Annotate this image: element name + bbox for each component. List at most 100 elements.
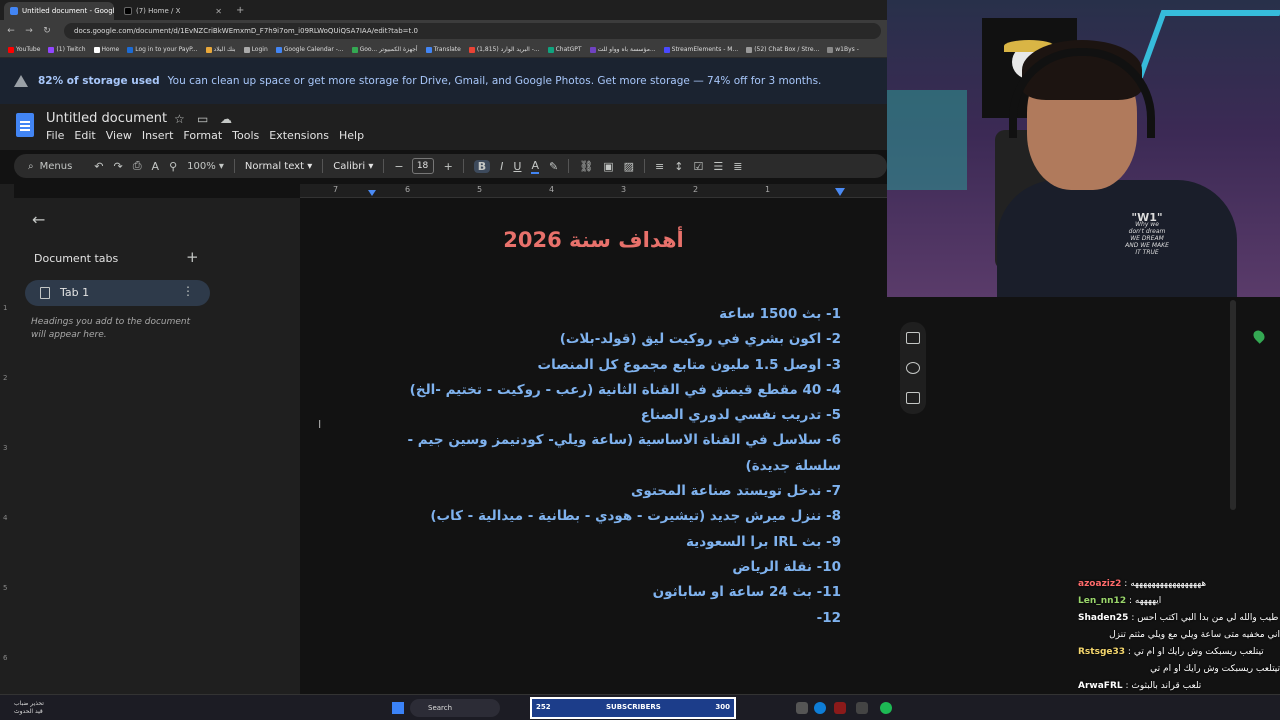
- style-select[interactable]: Normal text ▾: [245, 161, 312, 172]
- document-canvas[interactable]: أهداف سنة 2026 1- بث 1500 ساعة 2- اكون ب…: [300, 198, 887, 694]
- menu-file[interactable]: File: [46, 129, 64, 142]
- menu-tools[interactable]: Tools: [232, 129, 259, 142]
- font-size-input[interactable]: 18: [411, 158, 434, 174]
- bookmark-bank[interactable]: بنك البلاد: [205, 46, 236, 53]
- print-icon[interactable]: ⎙: [133, 159, 142, 173]
- more-options-icon[interactable]: ⋮: [182, 284, 194, 298]
- reload-icon[interactable]: ↻: [40, 26, 54, 36]
- close-outline-icon[interactable]: ←: [32, 210, 45, 229]
- bookmark-twitch[interactable]: (1) Twitch: [48, 46, 86, 53]
- decrease-font-icon[interactable]: −: [394, 160, 403, 173]
- weather-widget[interactable]: تحذير ضباب قيد الحدوث: [14, 700, 44, 716]
- undo-icon[interactable]: ↶: [94, 160, 103, 173]
- menus-search[interactable]: ⌕ Menus: [28, 161, 72, 172]
- list-item[interactable]: 4- 40 مقطع قيمنق في القناة الثانية (رعب …: [391, 378, 841, 403]
- back-icon[interactable]: ←: [4, 26, 18, 36]
- bookmark-paypal[interactable]: Log in to your PayP...: [127, 46, 198, 53]
- align-icon[interactable]: ≡: [655, 160, 664, 173]
- maps-icon[interactable]: [1251, 328, 1267, 344]
- bookmark-foundation[interactable]: مؤسسة باه وواو للت...: [589, 46, 656, 53]
- bold-icon[interactable]: B: [473, 159, 491, 173]
- checklist-icon[interactable]: ☑: [693, 160, 703, 173]
- file-explorer-icon[interactable]: [796, 702, 808, 714]
- bookmark-calendar[interactable]: Google Calendar -...: [275, 46, 344, 53]
- forward-icon[interactable]: →: [22, 26, 36, 36]
- highlight-icon[interactable]: ✎: [549, 160, 558, 173]
- list-item[interactable]: 7- ندخل تويستد صناعة المحتوى: [391, 479, 841, 504]
- redo-icon[interactable]: ↷: [114, 160, 123, 173]
- list-item[interactable]: 1- بث 1500 ساعة: [391, 302, 841, 327]
- add-tab-icon[interactable]: +: [186, 248, 199, 266]
- list-item[interactable]: 8- ننزل ميرش جديد (تيشيرت - هودي - بطاني…: [391, 504, 841, 529]
- numbered-list-icon[interactable]: ≣: [733, 160, 742, 173]
- increase-font-icon[interactable]: +: [444, 160, 453, 173]
- bulleted-list-icon[interactable]: ☰: [713, 160, 723, 173]
- new-tab-icon[interactable]: +: [236, 5, 244, 16]
- chat-message: Len_nn12 : ايههههه: [1078, 593, 1280, 610]
- bookmark-login[interactable]: Login: [243, 46, 268, 53]
- text-color-icon[interactable]: A: [531, 159, 540, 174]
- list-item[interactable]: 9- بث IRL برا السعودية: [391, 530, 841, 555]
- docs-logo-icon[interactable]: [16, 113, 34, 137]
- image-icon[interactable]: ▨: [624, 160, 634, 173]
- document-title[interactable]: Untitled document: [46, 111, 167, 126]
- windows-taskbar: تحذير ضباب قيد الحدوث Search 252 SUBSCRI…: [0, 694, 1280, 720]
- list-item[interactable]: 11- بث 24 ساعة او ساباثون: [391, 580, 841, 605]
- browser-tab-x[interactable]: (7) Home / X ✕: [118, 2, 228, 20]
- bookmark-youtube[interactable]: YouTube: [8, 46, 40, 53]
- emoji-reaction-icon[interactable]: [906, 362, 920, 374]
- list-item[interactable]: 2- اكون بشري في روكيت ليق (قولد-بلات): [391, 327, 841, 352]
- app-icon[interactable]: [856, 702, 868, 714]
- list-item[interactable]: 6- سلاسل في القناة الاساسية (ساعة ويلي- …: [391, 428, 841, 479]
- scrollbar[interactable]: [1230, 300, 1236, 510]
- star-icon[interactable]: ☆: [174, 112, 185, 126]
- goals-list[interactable]: 1- بث 1500 ساعة 2- اكون بشري في روكيت لي…: [391, 302, 841, 631]
- bookmark-chatbox[interactable]: (52) Chat Box / Stre...: [746, 46, 819, 53]
- document-heading[interactable]: أهداف سنة 2026: [300, 228, 887, 252]
- bookmark-x-home[interactable]: Home: [93, 46, 119, 53]
- edge-browser-icon[interactable]: [814, 702, 826, 714]
- close-tab-icon[interactable]: ✕: [215, 7, 222, 16]
- line-spacing-icon[interactable]: ↕: [674, 160, 683, 173]
- italic-icon[interactable]: I: [500, 160, 503, 173]
- menu-format[interactable]: Format: [183, 129, 222, 142]
- menu-view[interactable]: View: [106, 129, 132, 142]
- capture-app-icon[interactable]: [834, 702, 846, 714]
- menu-edit[interactable]: Edit: [74, 129, 95, 142]
- address-bar[interactable]: docs.google.com/document/d/1EvNZCriBkWEm…: [64, 23, 881, 39]
- browser-tab-docs[interactable]: Untitled document - Google Docs ✕: [4, 2, 114, 20]
- bookmark-google[interactable]: Goo... أجهزة الكمبيوتر: [351, 46, 418, 53]
- sidebar-item-tab-1[interactable]: Tab 1 ⋮: [25, 280, 210, 306]
- add-comment-icon[interactable]: [906, 332, 920, 344]
- list-item[interactable]: 12-: [391, 606, 841, 631]
- spotify-icon[interactable]: [880, 702, 892, 714]
- menu-extensions[interactable]: Extensions: [269, 129, 329, 142]
- storage-message-link[interactable]: You can clean up space or get more stora…: [168, 75, 822, 87]
- right-indent-marker[interactable]: [835, 188, 845, 196]
- list-item[interactable]: 10- نقلة الرياض: [391, 555, 841, 580]
- paint-format-icon[interactable]: ⚲: [169, 160, 177, 173]
- list-item[interactable]: 5- تدريب نفسي لدوري الصناع: [391, 403, 841, 428]
- bookmark-translate[interactable]: Translate: [425, 46, 461, 53]
- link-icon[interactable]: ⛓: [579, 160, 593, 173]
- menu-insert[interactable]: Insert: [142, 129, 174, 142]
- windows-start-icon[interactable]: [392, 702, 404, 714]
- cloud-saved-icon[interactable]: ☁: [220, 112, 232, 126]
- list-item[interactable]: 3- اوصل 1.5 مليون متابع مجموع كل المنصات: [391, 353, 841, 378]
- move-folder-icon[interactable]: ▭: [197, 112, 208, 126]
- menu-help[interactable]: Help: [339, 129, 364, 142]
- bookmark-w1bys[interactable]: w1Bys -: [827, 46, 859, 53]
- underline-icon[interactable]: U: [513, 160, 521, 173]
- font-select[interactable]: Calibri ▾: [333, 161, 373, 172]
- bookmark-chatgpt[interactable]: ChatGPT: [547, 46, 582, 53]
- bookmarks-bar: YouTube (1) Twitch Home Log in to your P…: [0, 42, 887, 58]
- bookmark-streamelements[interactable]: StreamElements - M...: [663, 46, 738, 53]
- taskbar-search[interactable]: Search: [410, 699, 500, 717]
- zoom-select[interactable]: 100% ▾: [187, 161, 224, 172]
- horizontal-ruler[interactable]: 7 6 5 4 3 2 1: [300, 184, 887, 198]
- left-indent-marker[interactable]: [368, 190, 376, 196]
- comment-icon[interactable]: ▣: [603, 160, 613, 173]
- suggest-edits-icon[interactable]: [906, 392, 920, 404]
- spellcheck-icon[interactable]: A: [152, 160, 160, 173]
- bookmark-inbox[interactable]: (1,815) البريد الوارد -...: [468, 46, 540, 53]
